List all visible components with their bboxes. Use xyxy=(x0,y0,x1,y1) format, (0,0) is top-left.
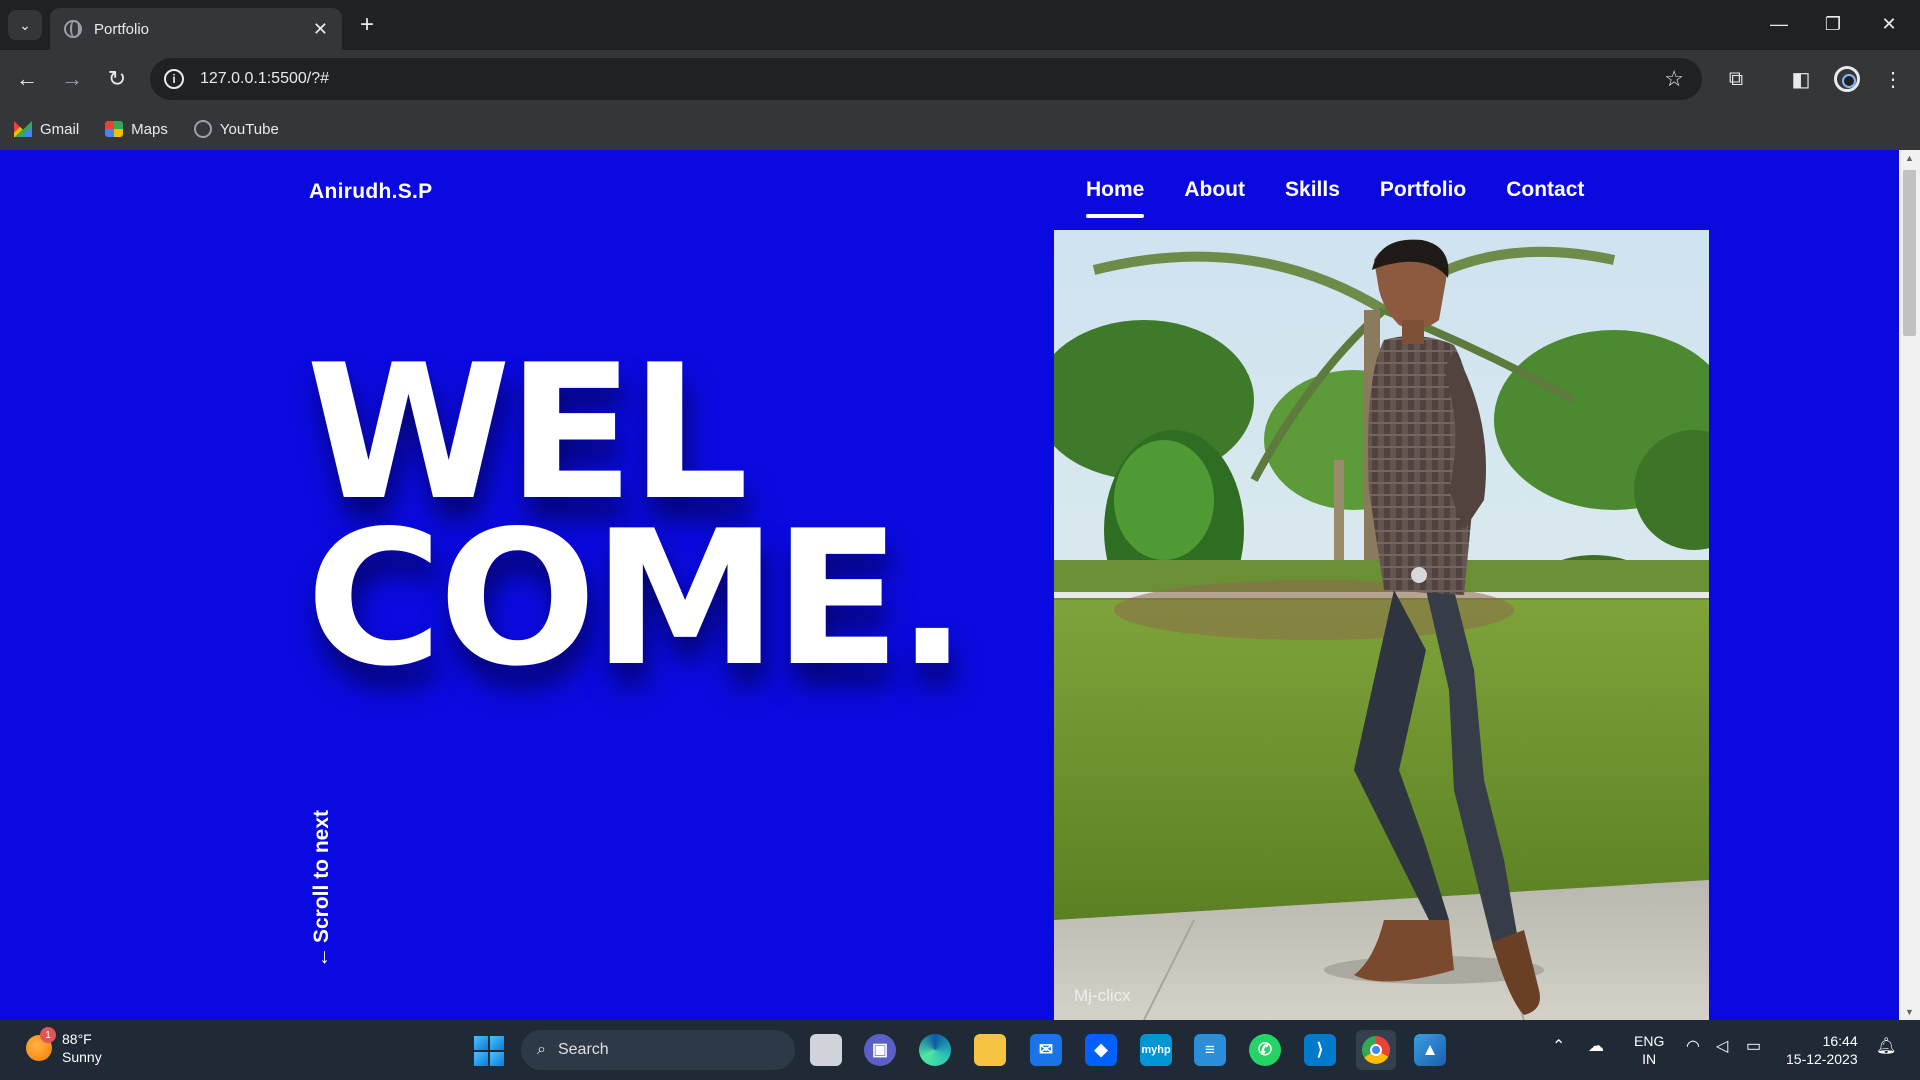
profile-photo-image xyxy=(1054,230,1709,1020)
system-clock[interactable]: 16:44 15-12-2023 xyxy=(1786,1032,1858,1068)
chevron-up-icon[interactable]: ⌃ xyxy=(1552,1036,1565,1056)
weather-widget[interactable]: 1 88°F Sunny xyxy=(26,1027,102,1066)
input-language[interactable]: ENG IN xyxy=(1634,1032,1664,1068)
scroll-hint-label: Scroll to next xyxy=(310,809,333,943)
bookmark-youtube[interactable]: YouTube xyxy=(193,120,279,138)
windows-logo-icon xyxy=(474,1036,488,1050)
region-code: IN xyxy=(1642,1051,1657,1067)
file-explorer-icon[interactable] xyxy=(974,1034,1006,1066)
dropbox-icon[interactable]: ◆ xyxy=(1085,1034,1117,1066)
whatsapp-icon[interactable]: ✆ xyxy=(1249,1034,1281,1066)
gmail-icon xyxy=(14,121,32,137)
notification-bell-icon[interactable]: 🔔︎ xyxy=(1876,1036,1896,1056)
globe-icon xyxy=(193,120,212,138)
notepad-icon[interactable]: ≡ xyxy=(1194,1034,1226,1066)
scroll-to-next-link[interactable]: ← Scroll to next xyxy=(310,810,334,968)
minimize-button[interactable]: — xyxy=(1757,8,1801,40)
task-view-icon[interactable] xyxy=(810,1034,842,1066)
photos-icon[interactable]: ▲ xyxy=(1414,1034,1446,1066)
nav-contact[interactable]: Contact xyxy=(1506,178,1584,218)
browser-toolbar: ← → ↻ i 127.0.0.1:5500/?# ☆ ⧉ ◧ ⋮ xyxy=(0,50,1920,108)
hero-line-2: COME. xyxy=(306,490,967,707)
bookmark-label: Maps xyxy=(131,120,168,138)
new-tab-button[interactable]: + xyxy=(352,10,382,40)
forward-arrow-icon[interactable]: → xyxy=(55,62,89,96)
battery-icon[interactable]: ▭ xyxy=(1746,1036,1761,1056)
globe-icon xyxy=(64,20,82,38)
page-viewport: Anirudh.S.P Home About Skills Portfolio … xyxy=(0,150,1920,1020)
onedrive-cloud-icon[interactable]: ☁ xyxy=(1588,1036,1604,1056)
search-icon: ⌕ xyxy=(537,1041,546,1058)
browser-tab-strip: ⌄ Portfolio ✕ + — ❐ ✕ xyxy=(0,0,1920,50)
arrow-left-icon: ← xyxy=(310,947,333,968)
taskbar-search[interactable]: ⌕ Search xyxy=(521,1030,795,1070)
bookmarks-bar: Gmail Maps YouTube xyxy=(0,108,1920,150)
restore-button[interactable]: ❐ xyxy=(1811,8,1855,40)
myhp-icon[interactable]: myhp xyxy=(1140,1034,1172,1066)
nav-home[interactable]: Home xyxy=(1086,178,1145,218)
weather-temperature: 88°F xyxy=(62,1031,92,1047)
bookmark-gmail[interactable]: Gmail xyxy=(14,121,79,138)
close-tab-icon[interactable]: ✕ xyxy=(313,19,328,40)
browser-tab-portfolio[interactable]: Portfolio ✕ xyxy=(50,8,342,50)
weather-description: Sunny xyxy=(62,1049,102,1065)
page-scrollbar[interactable]: ▲ ▼ xyxy=(1899,150,1920,1020)
url-text[interactable]: 127.0.0.1:5500/?# xyxy=(200,70,1664,88)
language-code: ENG xyxy=(1634,1033,1665,1049)
browser-menu-icon[interactable]: ⋮ xyxy=(1878,64,1908,94)
site-nav: Home About Skills Portfolio Contact xyxy=(1086,178,1584,218)
tab-search-button[interactable]: ⌄ xyxy=(8,10,42,40)
chrome-icon[interactable] xyxy=(1356,1030,1396,1070)
close-window-button[interactable]: ✕ xyxy=(1867,8,1911,40)
nav-portfolio[interactable]: Portfolio xyxy=(1380,178,1466,218)
vscode-icon[interactable]: ⟩ xyxy=(1304,1034,1336,1066)
extensions-icon[interactable]: ⧉ xyxy=(1721,64,1751,94)
bookmark-maps[interactable]: Maps xyxy=(105,121,168,138)
sun-icon: 1 xyxy=(26,1027,56,1061)
scrollbar-thumb[interactable] xyxy=(1903,170,1916,336)
maps-icon xyxy=(105,121,124,137)
clock-time: 16:44 xyxy=(1822,1033,1858,1049)
start-button[interactable] xyxy=(474,1036,504,1066)
bookmark-star-icon[interactable]: ☆ xyxy=(1664,66,1684,92)
photo-watermark: Mj-clicx xyxy=(1074,986,1131,1005)
chevron-down-icon: ⌄ xyxy=(19,16,31,33)
nav-about[interactable]: About xyxy=(1184,178,1245,218)
nav-skills[interactable]: Skills xyxy=(1285,178,1340,218)
edge-icon[interactable] xyxy=(919,1034,951,1066)
notification-badge: 1 xyxy=(40,1027,56,1043)
scroll-down-arrow-icon[interactable]: ▼ xyxy=(1899,1004,1920,1020)
teams-icon[interactable]: ▣ xyxy=(864,1034,896,1066)
wifi-icon[interactable]: ◠ xyxy=(1686,1036,1700,1056)
bookmark-label: YouTube xyxy=(219,120,279,138)
reload-icon[interactable]: ↻ xyxy=(100,62,134,96)
windows-taskbar: 1 88°F Sunny ⌕ Search ▣ ✉ ◆ myhp ≡ ✆ ⟩ ▲… xyxy=(0,1020,1920,1080)
hero-heading: WEL COME. xyxy=(306,340,967,707)
mail-icon[interactable]: ✉ xyxy=(1030,1034,1062,1066)
scroll-up-arrow-icon[interactable]: ▲ xyxy=(1899,150,1920,166)
tab-title: Portfolio xyxy=(94,20,150,38)
side-panel-icon[interactable]: ◧ xyxy=(1786,64,1816,94)
profile-photo: Mj-clicx xyxy=(1054,230,1709,1020)
search-label: Search xyxy=(557,1041,609,1058)
back-arrow-icon[interactable]: ← xyxy=(10,62,44,96)
site-info-icon[interactable]: i xyxy=(164,69,184,89)
volume-icon[interactable]: ◁ xyxy=(1716,1036,1728,1056)
profile-avatar[interactable] xyxy=(1832,64,1862,94)
bookmark-label: Gmail xyxy=(40,120,80,138)
address-bar[interactable]: i 127.0.0.1:5500/?# ☆ xyxy=(150,58,1702,100)
site-brand[interactable]: Anirudh.S.P xyxy=(309,180,432,204)
clock-date: 15-12-2023 xyxy=(1786,1051,1858,1067)
